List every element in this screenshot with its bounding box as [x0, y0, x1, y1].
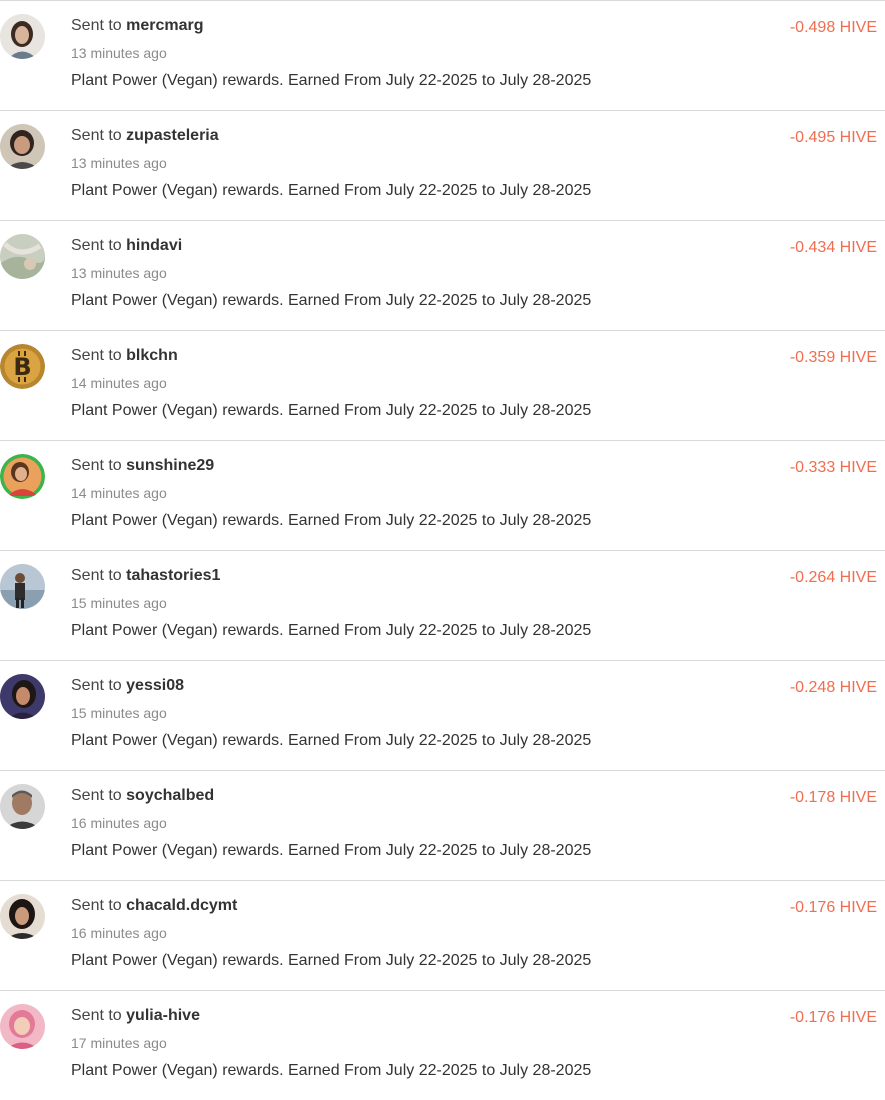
recipient-link[interactable]: tahastories1 — [126, 567, 220, 584]
sent-prefix: Sent to — [71, 1007, 122, 1024]
timestamp: 13 minutes ago — [71, 45, 167, 61]
sent-line: Sent to tahastories1 — [71, 567, 220, 585]
sent-prefix: Sent to — [71, 567, 122, 584]
memo-text: Plant Power (Vegan) rewards. Earned From… — [71, 842, 592, 859]
recipient-link[interactable]: blkchn — [126, 347, 178, 364]
timestamp: 16 minutes ago — [71, 815, 167, 831]
sent-prefix: Sent to — [71, 347, 122, 364]
transaction-row: Sent to tahastories1 15 minutes ago Plan… — [0, 551, 885, 661]
sent-line: Sent to zupasteleria — [71, 127, 219, 145]
transaction-row: Sent to zupasteleria 13 minutes ago Plan… — [0, 111, 885, 221]
amount: -0.176 HIVE — [789, 899, 877, 916]
transaction-row: Sent to soychalbed 16 minutes ago Plant … — [0, 771, 885, 881]
avatar[interactable]: B — [0, 344, 45, 389]
avatar[interactable] — [0, 454, 45, 499]
amount: -0.178 HIVE — [789, 789, 877, 806]
amount: -0.498 HIVE — [789, 19, 877, 36]
amount: -0.434 HIVE — [789, 239, 877, 256]
timestamp: 16 minutes ago — [71, 925, 167, 941]
sent-line: Sent to yulia-hive — [71, 1007, 200, 1025]
timestamp: 15 minutes ago — [71, 705, 167, 721]
svg-text:B: B — [13, 353, 31, 381]
memo-text: Plant Power (Vegan) rewards. Earned From… — [71, 402, 592, 419]
sent-line: Sent to chacald.dcymt — [71, 897, 237, 915]
timestamp: 17 minutes ago — [71, 1035, 167, 1051]
transaction-row: B Sent to blkchn 14 minutes ago Plant Po… — [0, 331, 885, 441]
avatar[interactable] — [0, 234, 45, 279]
timestamp: 13 minutes ago — [71, 265, 167, 281]
sent-line: Sent to hindavi — [71, 237, 182, 255]
avatar[interactable] — [0, 674, 45, 719]
timestamp: 13 minutes ago — [71, 155, 167, 171]
timestamp: 14 minutes ago — [71, 375, 167, 391]
sent-line: Sent to sunshine29 — [71, 457, 214, 475]
recipient-link[interactable]: hindavi — [126, 237, 182, 254]
memo-text: Plant Power (Vegan) rewards. Earned From… — [71, 182, 592, 199]
amount: -0.264 HIVE — [789, 569, 877, 586]
transaction-row: Sent to sunshine29 14 minutes ago Plant … — [0, 441, 885, 551]
avatar[interactable] — [0, 894, 45, 939]
sent-line: Sent to soychalbed — [71, 787, 214, 805]
recipient-link[interactable]: chacald.dcymt — [126, 897, 237, 914]
transaction-row: Sent to mercmarg 13 minutes ago Plant Po… — [0, 1, 885, 111]
memo-text: Plant Power (Vegan) rewards. Earned From… — [71, 1062, 592, 1079]
avatar[interactable] — [0, 564, 45, 609]
transaction-row: Sent to chacald.dcymt 16 minutes ago Pla… — [0, 881, 885, 991]
amount: -0.176 HIVE — [789, 1009, 877, 1026]
sent-line: Sent to mercmarg — [71, 17, 204, 35]
amount: -0.495 HIVE — [789, 129, 877, 146]
avatar[interactable] — [0, 124, 45, 169]
amount: -0.333 HIVE — [789, 459, 877, 476]
recipient-link[interactable]: yulia-hive — [126, 1007, 200, 1024]
amount: -0.248 HIVE — [789, 679, 877, 696]
memo-text: Plant Power (Vegan) rewards. Earned From… — [71, 732, 592, 749]
sent-prefix: Sent to — [71, 127, 122, 144]
memo-text: Plant Power (Vegan) rewards. Earned From… — [71, 952, 592, 969]
amount: -0.359 HIVE — [789, 349, 877, 366]
sent-prefix: Sent to — [71, 17, 122, 34]
avatar[interactable] — [0, 784, 45, 829]
recipient-link[interactable]: yessi08 — [126, 677, 184, 694]
recipient-link[interactable]: zupasteleria — [126, 127, 218, 144]
sent-line: Sent to yessi08 — [71, 677, 184, 695]
avatar[interactable] — [0, 14, 45, 59]
sent-prefix: Sent to — [71, 677, 122, 694]
memo-text: Plant Power (Vegan) rewards. Earned From… — [71, 72, 592, 89]
memo-text: Plant Power (Vegan) rewards. Earned From… — [71, 292, 592, 309]
recipient-link[interactable]: mercmarg — [126, 17, 203, 34]
transaction-row: Sent to yulia-hive 17 minutes ago Plant … — [0, 991, 885, 1100]
transaction-list: Sent to mercmarg 13 minutes ago Plant Po… — [0, 1, 885, 1100]
sent-prefix: Sent to — [71, 897, 122, 914]
timestamp: 15 minutes ago — [71, 595, 167, 611]
memo-text: Plant Power (Vegan) rewards. Earned From… — [71, 622, 592, 639]
recipient-link[interactable]: sunshine29 — [126, 457, 214, 474]
recipient-link[interactable]: soychalbed — [126, 787, 214, 804]
sent-prefix: Sent to — [71, 237, 122, 254]
sent-prefix: Sent to — [71, 457, 122, 474]
memo-text: Plant Power (Vegan) rewards. Earned From… — [71, 512, 592, 529]
sent-prefix: Sent to — [71, 787, 122, 804]
timestamp: 14 minutes ago — [71, 485, 167, 501]
avatar[interactable] — [0, 1004, 45, 1049]
transaction-row: Sent to hindavi 13 minutes ago Plant Pow… — [0, 221, 885, 331]
transaction-row: Sent to yessi08 15 minutes ago Plant Pow… — [0, 661, 885, 771]
sent-line: Sent to blkchn — [71, 347, 178, 365]
